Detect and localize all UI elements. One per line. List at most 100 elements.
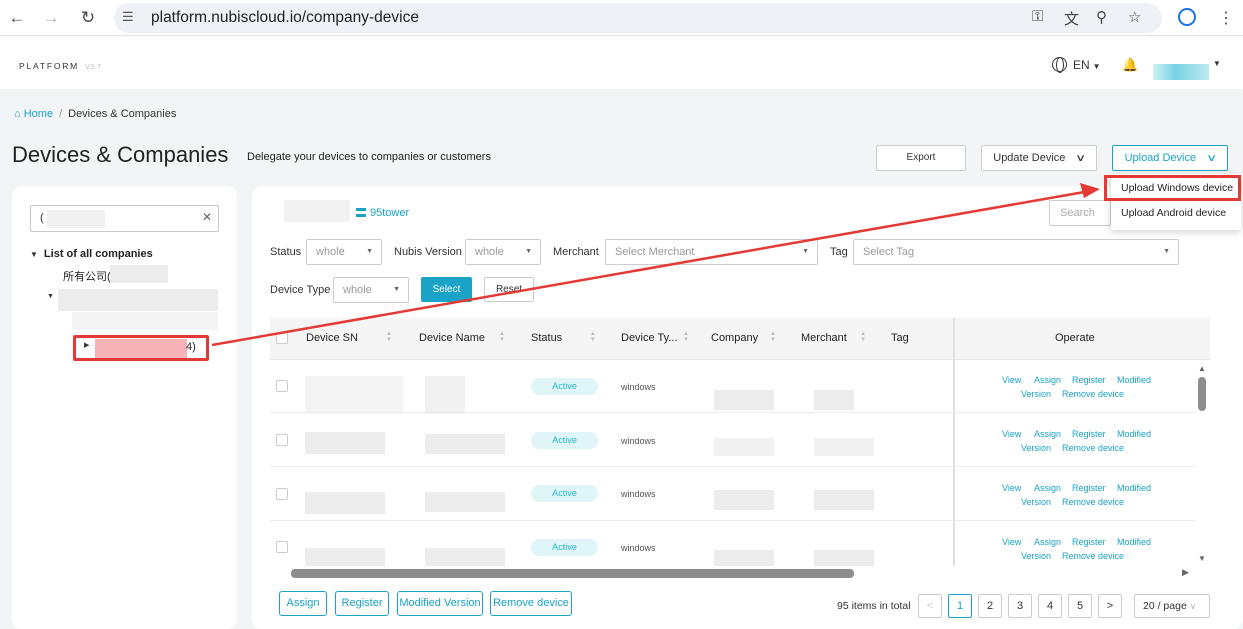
page-button[interactable]: 1 xyxy=(948,594,972,618)
version-link[interactable]: Version xyxy=(1021,497,1051,507)
sort-icon[interactable]: ▲ ▼ xyxy=(386,331,392,343)
page-button[interactable]: 5 xyxy=(1068,594,1092,618)
remove-device-link[interactable]: Remove device xyxy=(1062,443,1124,453)
bell-icon[interactable]: 🔔 xyxy=(1122,57,1138,73)
forward-icon[interactable]: → xyxy=(40,7,62,29)
column-device-name[interactable]: Device Name xyxy=(419,332,485,344)
assign-link[interactable]: Assign xyxy=(1034,375,1061,385)
page-button[interactable]: 3 xyxy=(1008,594,1032,618)
site-info-icon[interactable]: ☰ xyxy=(122,9,134,25)
redacted-tree-node[interactable] xyxy=(72,312,218,330)
profile-icon[interactable] xyxy=(1178,8,1196,26)
url-text[interactable]: platform.nubiscloud.io/company-device xyxy=(151,9,419,27)
register-link[interactable]: Register xyxy=(1072,537,1106,547)
clear-icon[interactable]: ✕ xyxy=(202,210,212,224)
selected-tree-node-highlight[interactable] xyxy=(73,335,209,361)
page-button[interactable]: 2 xyxy=(978,594,1002,618)
menu-item-upload-android[interactable]: Upload Android device xyxy=(1121,207,1226,219)
scroll-up-icon[interactable]: ▲ xyxy=(1198,364,1206,373)
row-checkbox[interactable] xyxy=(276,434,288,446)
remove-device-link[interactable]: Remove device xyxy=(1062,551,1124,561)
view-link[interactable]: View xyxy=(1002,483,1021,493)
register-link[interactable]: Register xyxy=(1072,429,1106,439)
upload-device-button[interactable]: Upload Device ∨ xyxy=(1112,145,1228,171)
caret-down-icon[interactable]: ▼ xyxy=(47,293,54,300)
column-status[interactable]: Status xyxy=(531,332,562,344)
modified-version-link[interactable]: Modified xyxy=(1117,375,1151,385)
prev-page-icon[interactable]: < xyxy=(918,594,942,618)
column-company[interactable]: Company xyxy=(711,332,758,344)
bulk-modified-version-button[interactable]: Modified Version xyxy=(397,591,483,616)
column-merchant[interactable]: Merchant xyxy=(801,332,847,344)
sort-icon[interactable]: ▲ ▼ xyxy=(590,331,596,343)
remove-device-link[interactable]: Remove device xyxy=(1062,389,1124,399)
brand-logo[interactable]: PLATFORM V3.7 xyxy=(19,61,101,71)
tag-filter-select[interactable]: Select Tag ▼ xyxy=(853,239,1179,265)
redacted-tree-node[interactable] xyxy=(58,289,218,311)
scroll-down-icon[interactable]: ▼ xyxy=(1198,554,1206,563)
vertical-scroll-thumb[interactable] xyxy=(1198,377,1206,411)
zoom-icon[interactable]: ⚲ xyxy=(1096,8,1107,26)
version-link[interactable]: Version xyxy=(1021,551,1051,561)
tree-search-input[interactable]: ( ✕ xyxy=(30,205,219,232)
column-tag[interactable]: Tag xyxy=(891,332,909,344)
register-link[interactable]: Register xyxy=(1072,483,1106,493)
device-search-input[interactable]: Search xyxy=(1049,200,1111,226)
nubis-version-select[interactable]: whole ▼ xyxy=(465,239,541,265)
globe-icon[interactable] xyxy=(1052,57,1067,73)
back-icon[interactable]: ← xyxy=(6,7,28,29)
column-device-type[interactable]: Device Ty... xyxy=(621,332,677,344)
bookmark-star-icon[interactable]: ☆ xyxy=(1128,8,1141,26)
tree-root[interactable]: ▼ List of all companies xyxy=(30,248,153,260)
address-bar[interactable]: ☰ platform.nubiscloud.io/company-device … xyxy=(114,3,1162,33)
view-link[interactable]: View xyxy=(1002,537,1021,547)
password-key-icon[interactable]: ⚿ xyxy=(1032,8,1043,25)
remove-device-link[interactable]: Remove device xyxy=(1062,497,1124,507)
sort-icon[interactable]: ▲ ▼ xyxy=(499,331,505,343)
row-checkbox[interactable] xyxy=(276,380,288,392)
sort-icon[interactable]: ▲ ▼ xyxy=(683,331,689,343)
company-link[interactable]: 95tower xyxy=(356,207,409,219)
view-link[interactable]: View xyxy=(1002,429,1021,439)
select-button[interactable]: Select xyxy=(421,277,472,302)
chevron-down-icon: ∨ xyxy=(1075,153,1087,164)
bulk-register-button[interactable]: Register xyxy=(335,591,389,616)
modified-version-link[interactable]: Modified xyxy=(1117,537,1151,547)
device-type-select[interactable]: whole ▼ xyxy=(333,277,409,303)
sort-icon[interactable]: ▲ ▼ xyxy=(860,331,866,343)
assign-link[interactable]: Assign xyxy=(1034,483,1061,493)
bulk-assign-button[interactable]: Assign xyxy=(279,591,327,616)
register-link[interactable]: Register xyxy=(1072,375,1106,385)
scroll-right-icon[interactable]: ▶ xyxy=(1182,567,1189,578)
breadcrumb-home[interactable]: ⌂ Home xyxy=(14,108,53,120)
assign-link[interactable]: Assign xyxy=(1034,429,1061,439)
tree-node-all-companies[interactable]: 所有公司( xyxy=(63,268,111,284)
user-avatar[interactable] xyxy=(1153,64,1209,80)
sort-icon[interactable]: ▲ ▼ xyxy=(770,331,776,343)
assign-link[interactable]: Assign xyxy=(1034,537,1061,547)
merchant-filter-select[interactable]: Select Merchant ▼ xyxy=(605,239,818,265)
version-link[interactable]: Version xyxy=(1021,443,1051,453)
translate-icon[interactable]: 文 xyxy=(1064,8,1079,29)
language-selector[interactable]: EN ▼ xyxy=(1073,58,1101,72)
reload-icon[interactable]: ↻ xyxy=(77,7,99,29)
horizontal-scroll-thumb[interactable] xyxy=(291,569,854,578)
bulk-remove-device-button[interactable]: Remove device xyxy=(490,591,572,616)
caret-down-icon[interactable]: ▼ xyxy=(1213,59,1221,68)
page-size-select[interactable]: 20 / page ∨ xyxy=(1134,594,1210,618)
update-device-button[interactable]: Update Device ∨ xyxy=(981,145,1097,171)
status-filter-select[interactable]: whole ▼ xyxy=(306,239,382,265)
next-page-icon[interactable]: > xyxy=(1098,594,1122,618)
reset-button[interactable]: Reset xyxy=(484,277,534,302)
modified-version-link[interactable]: Modified xyxy=(1117,483,1151,493)
modified-version-link[interactable]: Modified xyxy=(1117,429,1151,439)
view-link[interactable]: View xyxy=(1002,375,1021,385)
column-device-sn[interactable]: Device SN xyxy=(306,332,358,344)
export-button[interactable]: Export xyxy=(876,145,966,171)
page-button[interactable]: 4 xyxy=(1038,594,1062,618)
browser-menu-icon[interactable]: ⋮ xyxy=(1218,8,1234,28)
row-checkbox[interactable] xyxy=(276,488,288,500)
version-link[interactable]: Version xyxy=(1021,389,1051,399)
row-checkbox[interactable] xyxy=(276,541,288,553)
select-all-checkbox[interactable] xyxy=(276,332,288,344)
